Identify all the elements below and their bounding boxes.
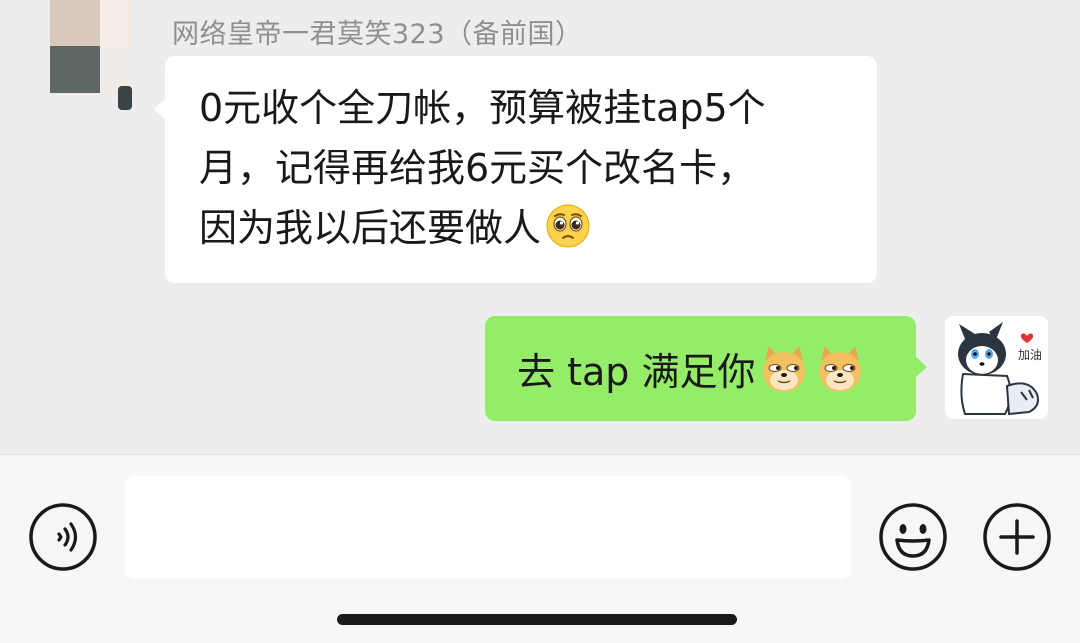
smiley-face-icon[interactable] <box>878 502 948 572</box>
incoming-message-text: 因为我以后还要做人 <box>199 206 542 250</box>
husky-cartoon-icon <box>958 322 1039 416</box>
plus-circle-icon[interactable] <box>982 502 1052 572</box>
incoming-message-bubble[interactable]: 0元收个全刀帐，预算被挂tap5个 月，记得再给我6元买个改名卡， 因为我以后还… <box>154 56 877 283</box>
message-input[interactable] <box>125 476 851 579</box>
self-avatar-caption: 加油 <box>1018 348 1043 362</box>
pleading-face-emoji <box>546 204 590 248</box>
sender-avatar-fragment <box>118 86 132 110</box>
chat-area[interactable]: 网络皇帝一君莫笑323（备前国） 0元收个全刀帐，预算被挂tap5个 月，记得再… <box>0 0 1080 454</box>
self-avatar[interactable]: 加油 <box>945 316 1048 419</box>
sender-avatar[interactable] <box>50 0 130 93</box>
incoming-message-line: 月，记得再给我6元买个改名卡， <box>199 146 756 190</box>
voice-icon[interactable] <box>28 502 98 572</box>
doge-emoji <box>819 345 862 392</box>
doge-emoji <box>763 345 806 392</box>
input-bar <box>0 454 1080 643</box>
incoming-message-line-last: 因为我以后还要做人 <box>199 198 847 258</box>
outgoing-message-text: 去 tap 满足你 <box>517 350 756 394</box>
outgoing-message-bubble[interactable]: 去 tap 满足你 <box>485 316 927 421</box>
sender-name: 网络皇帝一君莫笑323（备前国） <box>172 19 583 50</box>
home-indicator[interactable] <box>337 614 737 625</box>
incoming-message-line: 0元收个全刀帐，预算被挂tap5个 <box>199 86 766 130</box>
